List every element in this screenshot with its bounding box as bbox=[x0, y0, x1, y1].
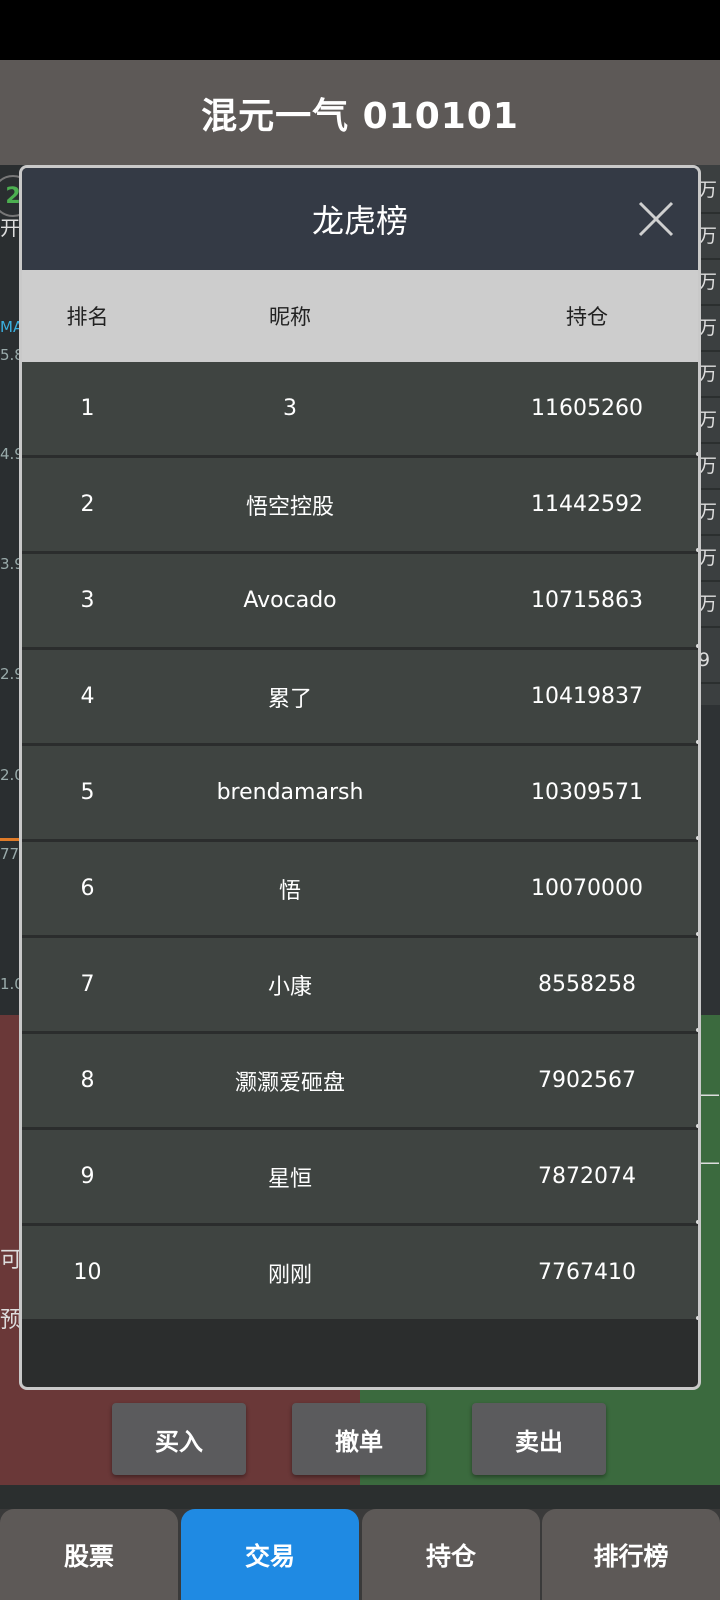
table-row[interactable]: 8 灏灏爱砸盘 7902567 bbox=[22, 1034, 698, 1130]
position-cell: 11605260 bbox=[531, 396, 643, 421]
tab-stocks[interactable]: 股票 bbox=[0, 1509, 178, 1600]
row-divider-dot bbox=[696, 548, 698, 552]
table-row[interactable]: 3 Avocado 10715863 bbox=[22, 554, 698, 650]
rank-cell: 3 bbox=[80, 588, 95, 613]
bg-dash: — bbox=[700, 1150, 720, 1174]
nickname-cell: 刚刚 bbox=[267, 1262, 312, 1288]
table-header: 排名 昵称 持仓 bbox=[22, 270, 698, 362]
table-row[interactable]: 5 brendamarsh 10309571 bbox=[22, 746, 698, 842]
rank-cell: 10 bbox=[73, 1260, 102, 1285]
position-cell: 7767410 bbox=[538, 1260, 636, 1285]
position-cell: 10070000 bbox=[531, 876, 643, 901]
nickname-cell: 累了 bbox=[267, 686, 312, 712]
order-book-cell: 万 bbox=[698, 398, 720, 444]
sell-button[interactable]: 卖出 bbox=[472, 1403, 606, 1475]
cancel-order-button[interactable]: 撤单 bbox=[292, 1403, 426, 1475]
table-row[interactable]: 10 刚刚 7767410 bbox=[22, 1226, 698, 1322]
position-cell: 10309571 bbox=[531, 780, 643, 805]
app-title-bar: 混元一气 010101 bbox=[0, 60, 720, 165]
column-header-position: 持仓 bbox=[566, 305, 608, 329]
leaderboard-table: 1 3 11605260 2 悟空控股 11442592 3 Avocado 1… bbox=[22, 362, 698, 1322]
rank-cell: 9 bbox=[80, 1164, 95, 1189]
column-header-rank: 排名 bbox=[66, 305, 109, 329]
column-header-name: 昵称 bbox=[269, 305, 311, 329]
order-book-cell: 万 bbox=[698, 444, 720, 490]
position-cell: 10715863 bbox=[531, 588, 643, 613]
order-book-cell: 万 bbox=[698, 214, 720, 260]
row-divider-dot bbox=[696, 740, 698, 744]
position-cell: 7902567 bbox=[538, 1068, 636, 1093]
status-bar bbox=[0, 0, 720, 60]
row-divider-dot bbox=[696, 644, 698, 648]
table-row[interactable]: 9 星恒 7872074 bbox=[22, 1130, 698, 1226]
nickname-cell: 星恒 bbox=[267, 1166, 312, 1192]
nickname-cell: 3 bbox=[283, 396, 297, 421]
rank-cell: 7 bbox=[80, 972, 95, 997]
rank-cell: 4 bbox=[80, 684, 95, 709]
order-book-cell: 万 bbox=[698, 582, 720, 628]
row-divider-dot bbox=[696, 1220, 698, 1224]
order-book-cell: 万 bbox=[698, 352, 720, 398]
page-title: 混元一气 010101 bbox=[201, 95, 519, 137]
bg-dash: — bbox=[700, 1082, 720, 1106]
buy-button[interactable]: 买入 bbox=[112, 1403, 246, 1475]
row-divider-dot bbox=[696, 1124, 698, 1128]
nickname-cell: 灏灏爱砸盘 bbox=[234, 1070, 345, 1096]
rank-cell: 6 bbox=[80, 876, 95, 901]
close-icon[interactable] bbox=[636, 199, 676, 239]
order-book-cell: 万 bbox=[698, 168, 720, 214]
rank-cell: 1 bbox=[80, 396, 95, 421]
row-divider-dot bbox=[696, 1316, 698, 1320]
nickname-cell: 悟 bbox=[278, 878, 301, 904]
leaderboard-dialog: 龙虎榜 排名 昵称 持仓 1 3 11605260 2 悟空控股 1144259… bbox=[19, 165, 701, 1390]
position-cell: 11442592 bbox=[531, 492, 643, 517]
table-row[interactable]: 2 悟空控股 11442592 bbox=[22, 458, 698, 554]
order-book-cell: 万 bbox=[698, 490, 720, 536]
row-divider-dot bbox=[696, 932, 698, 936]
rank-cell: 8 bbox=[80, 1068, 95, 1093]
position-cell: 8558258 bbox=[538, 972, 636, 997]
table-row[interactable]: 6 悟 10070000 bbox=[22, 842, 698, 938]
dialog-header: 龙虎榜 bbox=[22, 168, 698, 270]
position-cell: 7872074 bbox=[538, 1164, 636, 1189]
order-book-cell: 万 bbox=[698, 306, 720, 352]
dialog-title: 龙虎榜 bbox=[311, 202, 408, 240]
order-book-cell: 9 bbox=[698, 638, 720, 684]
table-row[interactable]: 4 累了 10419837 bbox=[22, 650, 698, 746]
bottom-nav: 股票 交易 持仓 排行榜 bbox=[0, 1509, 720, 1600]
table-row[interactable]: 7 小康 8558258 bbox=[22, 938, 698, 1034]
position-cell: 10419837 bbox=[531, 684, 643, 709]
rank-cell: 2 bbox=[80, 492, 95, 517]
tab-trade[interactable]: 交易 bbox=[181, 1509, 359, 1600]
rank-cell: 5 bbox=[80, 780, 95, 805]
tab-holdings[interactable]: 持仓 bbox=[362, 1509, 540, 1600]
nickname-cell: brendamarsh bbox=[216, 780, 364, 805]
nickname-cell: Avocado bbox=[243, 588, 337, 613]
nickname-cell: 悟空控股 bbox=[245, 494, 334, 520]
row-divider-dot bbox=[696, 836, 698, 840]
tab-leaderboard[interactable]: 排行榜 bbox=[542, 1509, 720, 1600]
table-row[interactable]: 1 3 11605260 bbox=[22, 362, 698, 458]
order-book-cell: 万 bbox=[698, 260, 720, 306]
trade-actions: 买入 撤单 卖出 bbox=[0, 1403, 720, 1475]
row-divider-dot bbox=[696, 1028, 698, 1032]
nickname-cell: 小康 bbox=[267, 974, 312, 1000]
order-book-cell: 万 bbox=[698, 536, 720, 582]
row-divider-dot bbox=[696, 452, 698, 456]
